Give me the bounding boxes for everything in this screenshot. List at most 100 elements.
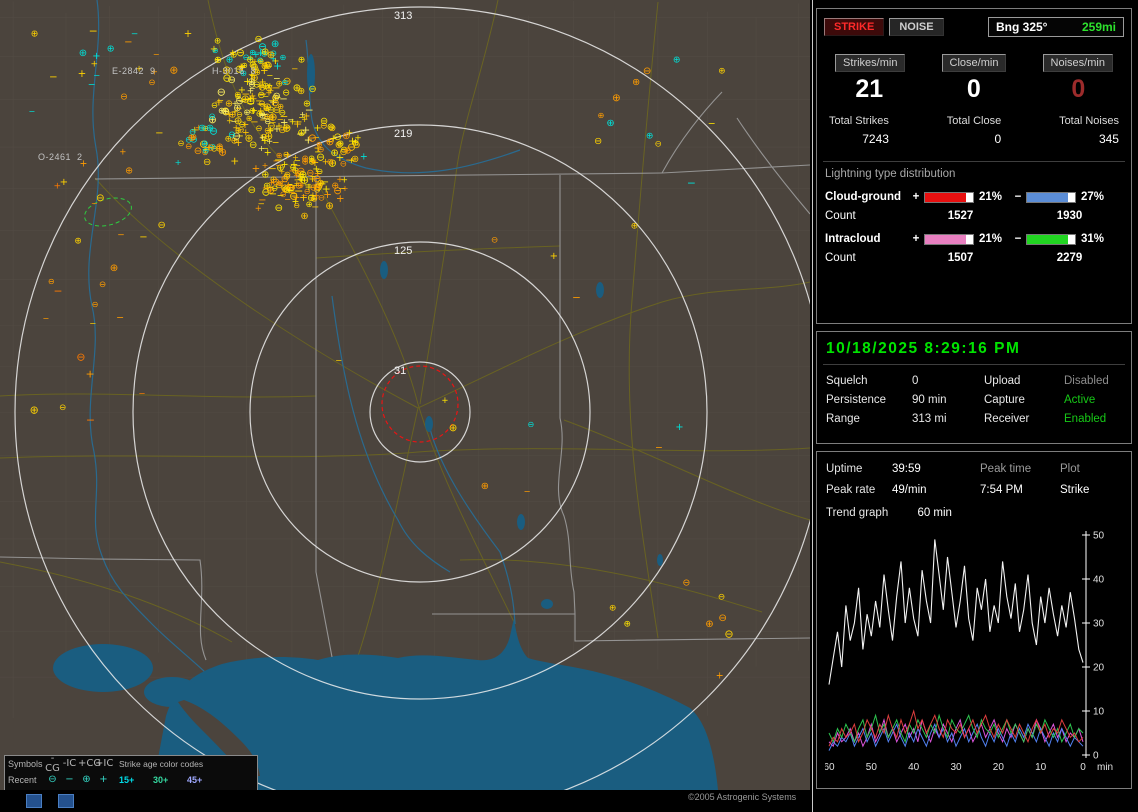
- y-tick-label: 0: [1093, 751, 1099, 762]
- ic-positive-count: 1507: [911, 252, 1010, 264]
- ic-positive-pct: 21%: [977, 233, 1013, 245]
- y-tick-label: 30: [1093, 619, 1105, 630]
- recent-pos-cg-icon: ⊕: [78, 775, 95, 785]
- cloud-ground-counts: Count 1527 1930: [825, 210, 1123, 222]
- x-tick-label: 60: [825, 762, 835, 773]
- trend-window-value: 60 min: [917, 507, 952, 519]
- trend-graph: 010203040506050403020100min: [825, 527, 1127, 775]
- age-30: 30+: [146, 775, 180, 785]
- legend-col-neg-cg: -CG: [44, 754, 61, 774]
- distribution-title: Lightning type distribution: [825, 168, 1123, 180]
- lightning-map[interactable]: 31321912531 −+⊕⊕−−−⊖−⊕−−⊖⊖⊕−++⊕⊕+⊕−⊕⊖−+−…: [0, 0, 810, 790]
- close-per-min-value: 0: [922, 75, 1027, 104]
- recent-neg-cg-icon: ⊖: [44, 775, 61, 785]
- cg-negative-bar: [1026, 192, 1076, 203]
- persistence-value: 90 min: [912, 394, 984, 406]
- x-tick-label: 40: [908, 762, 920, 773]
- uptime-value: 39:59: [892, 463, 921, 475]
- x-tick-label: 10: [1035, 762, 1047, 773]
- minus-sign: −: [1013, 233, 1023, 245]
- x-tick-label: 50: [866, 762, 878, 773]
- taskbar-icon-1[interactable]: [26, 794, 42, 808]
- map-legend: Symbols -CG -IC +CG +IC Strike age color…: [4, 755, 258, 790]
- ic-negative-bar: [1026, 234, 1076, 245]
- total-close: Total Close 0: [947, 115, 1001, 146]
- peak-rate-value: 49/min: [892, 484, 927, 496]
- ic-count-label: Count: [825, 252, 911, 264]
- x-tick-label: 20: [993, 762, 1005, 773]
- divider: [823, 161, 1125, 162]
- peak-time-value: 7:54 PM: [980, 484, 1060, 496]
- x-tick-label: 30: [950, 762, 962, 773]
- recent-neg-ic-icon: −: [61, 775, 78, 785]
- nexstorm-window: 31321912531 −+⊕⊕−−−⊖−⊕−−⊖⊖⊕−++⊕⊕+⊕−⊕⊖−+−…: [0, 0, 1138, 812]
- cg-positive-count: 1527: [911, 210, 1010, 222]
- upload-value: Disabled: [1064, 375, 1123, 387]
- total-noises-value: 345: [1059, 132, 1119, 146]
- noise-mode-button[interactable]: NOISE: [889, 18, 943, 36]
- storm-cell-label: O-2461 2: [38, 152, 83, 162]
- uptime-label: Uptime: [826, 463, 892, 475]
- legend-col-pos-cg: +CG: [78, 759, 95, 769]
- bearing-range-value: 259mi: [1082, 20, 1116, 34]
- trend-panel: Uptime39:59 Peak time Plot Peak rate49/m…: [816, 451, 1132, 789]
- y-tick-label: 40: [1093, 575, 1105, 586]
- legend-col-neg-ic: -IC: [61, 759, 78, 769]
- noises-per-min-header: Noises/min: [1043, 54, 1113, 72]
- taskbar-icon-2[interactable]: [58, 794, 74, 808]
- intracloud-label: Intracloud: [825, 233, 911, 245]
- total-strikes-label: Total Strikes: [829, 115, 889, 127]
- plot-value: Strike: [1060, 484, 1123, 496]
- date-time: 10/18/2025 8:29:16 PM: [817, 332, 1131, 364]
- storm-cell-label: E-2842 9: [112, 66, 156, 76]
- legend-col-pos-ic: +IC: [95, 759, 112, 769]
- total-close-label: Total Close: [947, 115, 1001, 127]
- squelch-label: Squelch: [826, 375, 912, 387]
- status-sidebar: STRIKE NOISE Bng 325° 259mi Strikes/min …: [812, 0, 1138, 812]
- settings-panel: 10/18/2025 8:29:16 PM Squelch 0 Upload D…: [816, 331, 1132, 444]
- trend-series-strike-rate: [829, 539, 1083, 684]
- plot-label: Plot: [1060, 463, 1123, 475]
- trend-graph-label: Trend graph: [826, 507, 888, 519]
- total-close-value: 0: [947, 132, 1001, 146]
- noises-per-min-value: 0: [1026, 75, 1131, 104]
- range-ring-label: 31: [394, 365, 406, 377]
- squelch-value: 0: [912, 375, 984, 387]
- cg-positive-pct: 21%: [977, 191, 1013, 203]
- legend-symbols-header: Symbols: [8, 759, 44, 769]
- strike-mode-button[interactable]: STRIKE: [824, 18, 884, 36]
- storm-cell-label: H-3016 8: [212, 66, 256, 76]
- range-ring-label: 125: [394, 245, 412, 257]
- map-graphic: 31321912531: [0, 0, 810, 790]
- strikes-per-min-header: Strikes/min: [835, 54, 905, 72]
- cg-positive-bar: [924, 192, 974, 203]
- copyright-text: ©2005 Astrogenic Systems: [688, 792, 796, 802]
- range-ring-label: 313: [394, 10, 412, 22]
- upload-label: Upload: [984, 375, 1064, 387]
- capture-value: Active: [1064, 394, 1123, 406]
- plus-sign: +: [911, 233, 921, 245]
- persistence-label: Persistence: [826, 394, 912, 406]
- plus-sign: +: [911, 191, 921, 203]
- cg-count-label: Count: [825, 210, 911, 222]
- cloud-ground-row: Cloud-ground + 21% − 27%: [825, 191, 1123, 203]
- range-label: Range: [826, 413, 912, 425]
- ic-positive-bar: [924, 234, 974, 245]
- cloud-ground-label: Cloud-ground: [825, 191, 911, 203]
- bearing-readout: Bng 325° 259mi: [988, 17, 1124, 37]
- bearing-value: Bng 325°: [996, 20, 1047, 34]
- x-tick-label: 0: [1080, 762, 1086, 773]
- strikes-per-min-value: 21: [817, 75, 922, 104]
- age-15: 15+: [112, 775, 146, 785]
- cg-negative-pct: 27%: [1079, 191, 1115, 203]
- peak-rate-label: Peak rate: [826, 484, 892, 496]
- intracloud-counts: Count 1507 2279: [825, 252, 1123, 264]
- y-tick-label: 10: [1093, 707, 1105, 718]
- y-tick-label: 50: [1093, 531, 1105, 542]
- cg-negative-count: 1930: [1020, 210, 1119, 222]
- legend-age-header: Strike age color codes: [112, 759, 254, 769]
- capture-label: Capture: [984, 394, 1064, 406]
- minus-sign: −: [1013, 191, 1023, 203]
- x-unit-label: min: [1097, 762, 1113, 773]
- range-value: 313 mi: [912, 413, 984, 425]
